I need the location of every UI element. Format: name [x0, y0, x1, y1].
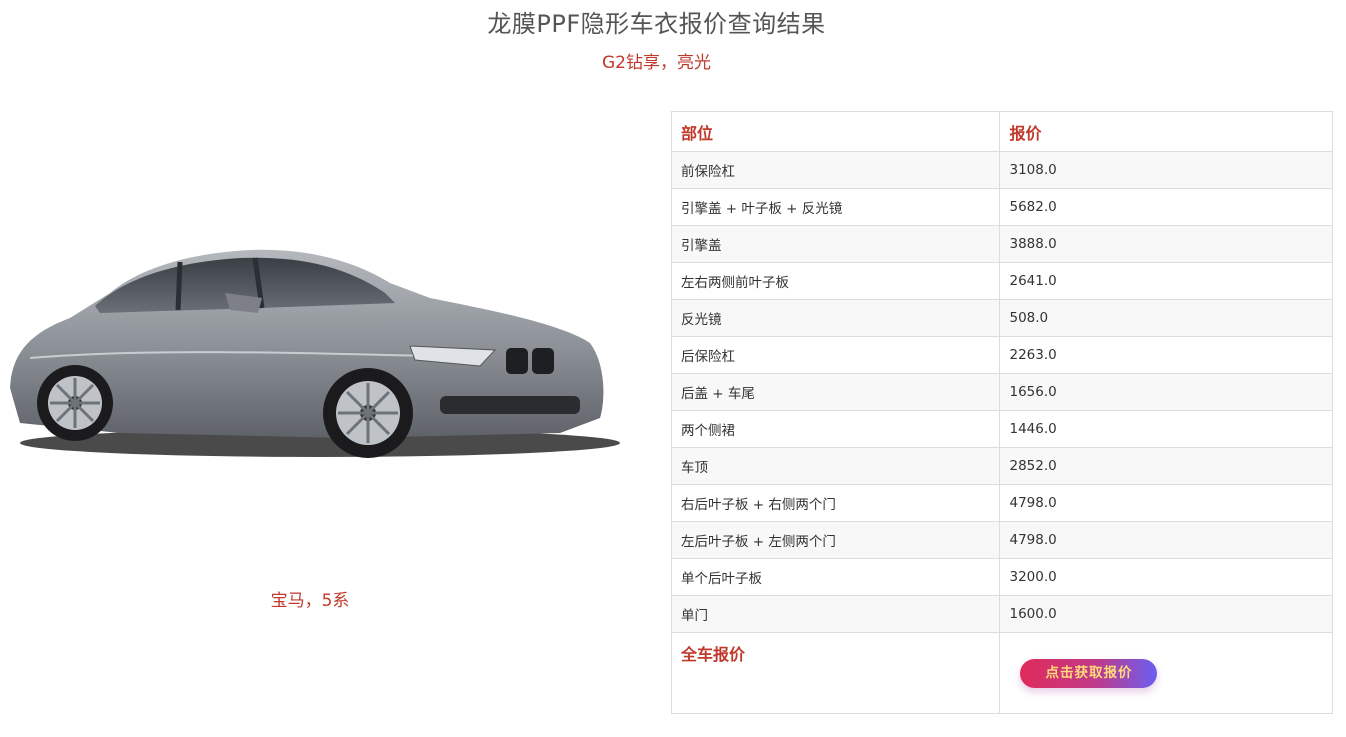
price-cell: 1600.0: [999, 595, 1333, 633]
price-cell: 4798.0: [999, 521, 1333, 559]
table-header-row: 部位 报价: [670, 111, 1333, 152]
part-cell: 单个后叶子板: [670, 558, 1001, 596]
table-row: 两个侧裙 1446.0: [670, 410, 1333, 448]
price-cell: 1656.0: [999, 373, 1333, 411]
price-cell: 3200.0: [999, 558, 1333, 596]
table-row: 右后叶子板 + 右侧两个门 4798.0: [670, 484, 1333, 522]
part-cell: 左右两侧前叶子板: [670, 262, 1001, 300]
part-cell: 两个侧裙: [670, 410, 1001, 448]
part-cell: 车顶: [670, 447, 1001, 485]
car-model-caption: 宝马，5系: [270, 591, 350, 611]
table-row: 单个后叶子板 3200.0: [670, 558, 1333, 596]
total-row: 全车报价 点击获取报价: [670, 632, 1333, 714]
price-cell: 4798.0: [999, 484, 1333, 522]
total-label: 全车报价: [681, 645, 746, 664]
part-cell: 反光镜: [670, 299, 1001, 337]
table-row: 单门 1600.0: [670, 595, 1333, 633]
table-row: 车顶 2852.0: [670, 447, 1333, 485]
column-header-part: 部位: [670, 111, 1001, 152]
price-cell: 5682.0: [999, 188, 1333, 226]
price-cell: 2263.0: [999, 336, 1333, 374]
price-cell: 2852.0: [999, 447, 1333, 485]
table-row: 引擎盖 3888.0: [670, 225, 1333, 263]
total-label-cell: 全车报价: [670, 632, 1001, 714]
part-cell: 后盖 + 车尾: [670, 373, 1001, 411]
table-row: 前保险杠 3108.0: [670, 151, 1333, 189]
part-cell: 左后叶子板 + 左侧两个门: [670, 521, 1001, 559]
table-row: 后保险杠 2263.0: [670, 336, 1333, 374]
table-row: 左后叶子板 + 左侧两个门 4798.0: [670, 521, 1333, 559]
price-cell: 2641.0: [999, 262, 1333, 300]
table-row: 反光镜 508.0: [670, 299, 1333, 337]
part-cell: 引擎盖 + 叶子板 + 反光镜: [670, 188, 1001, 226]
part-cell: 右后叶子板 + 右侧两个门: [670, 484, 1001, 522]
price-cell: 1446.0: [999, 410, 1333, 448]
table-row: 后盖 + 车尾 1656.0: [670, 373, 1333, 411]
part-cell: 单门: [670, 595, 1001, 633]
price-cell: 3888.0: [999, 225, 1333, 263]
get-quote-button[interactable]: 点击获取报价: [1020, 659, 1158, 688]
quote-button-cell: 点击获取报价: [999, 632, 1333, 714]
product-subtitle: G2钻享，亮光: [602, 53, 711, 73]
part-cell: 前保险杠: [670, 151, 1001, 189]
table-row: 引擎盖 + 叶子板 + 反光镜 5682.0: [670, 188, 1333, 226]
price-cell: 3108.0: [999, 151, 1333, 189]
price-table: 部位 报价 前保险杠 3108.0 引擎盖 + 叶子板 + 反光镜 5682.0 引…: [670, 111, 1333, 714]
part-cell: 引擎盖: [670, 225, 1001, 263]
table-row: 左右两侧前叶子板 2641.0: [670, 262, 1333, 300]
price-cell: 508.0: [999, 299, 1333, 337]
part-cell: 后保险杠: [670, 336, 1001, 374]
column-header-price: 报价: [999, 111, 1333, 152]
car-image: [10, 249, 620, 458]
page-title: 龙膜PPF隐形车衣报价查询结果: [487, 10, 826, 38]
